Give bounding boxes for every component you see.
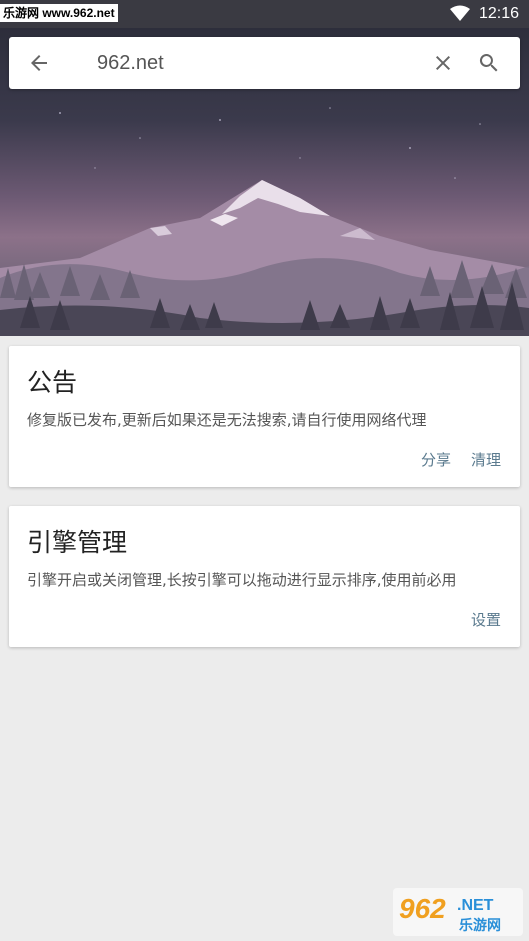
svg-text:乐游网: 乐游网	[459, 917, 501, 934]
announcement-card: 公告 修复版已发布,更新后如果还是无法搜索,请自行使用网络代理 分享 清理	[9, 346, 520, 487]
watermark-logo: 962 .NET 乐游网	[393, 888, 523, 936]
status-bar: 乐游网 www.962.net 12:16	[0, 0, 529, 28]
engine-management-description: 引擎开启或关闭管理,长按引擎可以拖动进行显示排序,使用前必用	[27, 571, 457, 589]
clear-button[interactable]: 清理	[471, 450, 501, 470]
search-icon[interactable]	[477, 51, 501, 75]
svg-text:962: 962	[399, 893, 446, 924]
close-icon[interactable]	[431, 51, 455, 75]
announcement-title: 公告	[27, 368, 78, 397]
engine-management-title: 引擎管理	[27, 528, 128, 557]
search-bar	[9, 37, 520, 89]
engine-management-card: 引擎管理 引擎开启或关闭管理,长按引擎可以拖动进行显示排序,使用前必用 设置	[9, 506, 520, 647]
share-button[interactable]: 分享	[421, 450, 451, 470]
back-arrow-icon[interactable]	[27, 51, 51, 75]
watermark-label: 乐游网 www.962.net	[0, 4, 118, 22]
svg-text:.NET: .NET	[457, 897, 494, 914]
announcement-description: 修复版已发布,更新后如果还是无法搜索,请自行使用网络代理	[27, 411, 427, 429]
search-input[interactable]	[87, 47, 427, 79]
settings-button[interactable]: 设置	[471, 610, 501, 630]
status-time: 12:16	[478, 5, 519, 22]
wifi-icon	[450, 5, 470, 21]
